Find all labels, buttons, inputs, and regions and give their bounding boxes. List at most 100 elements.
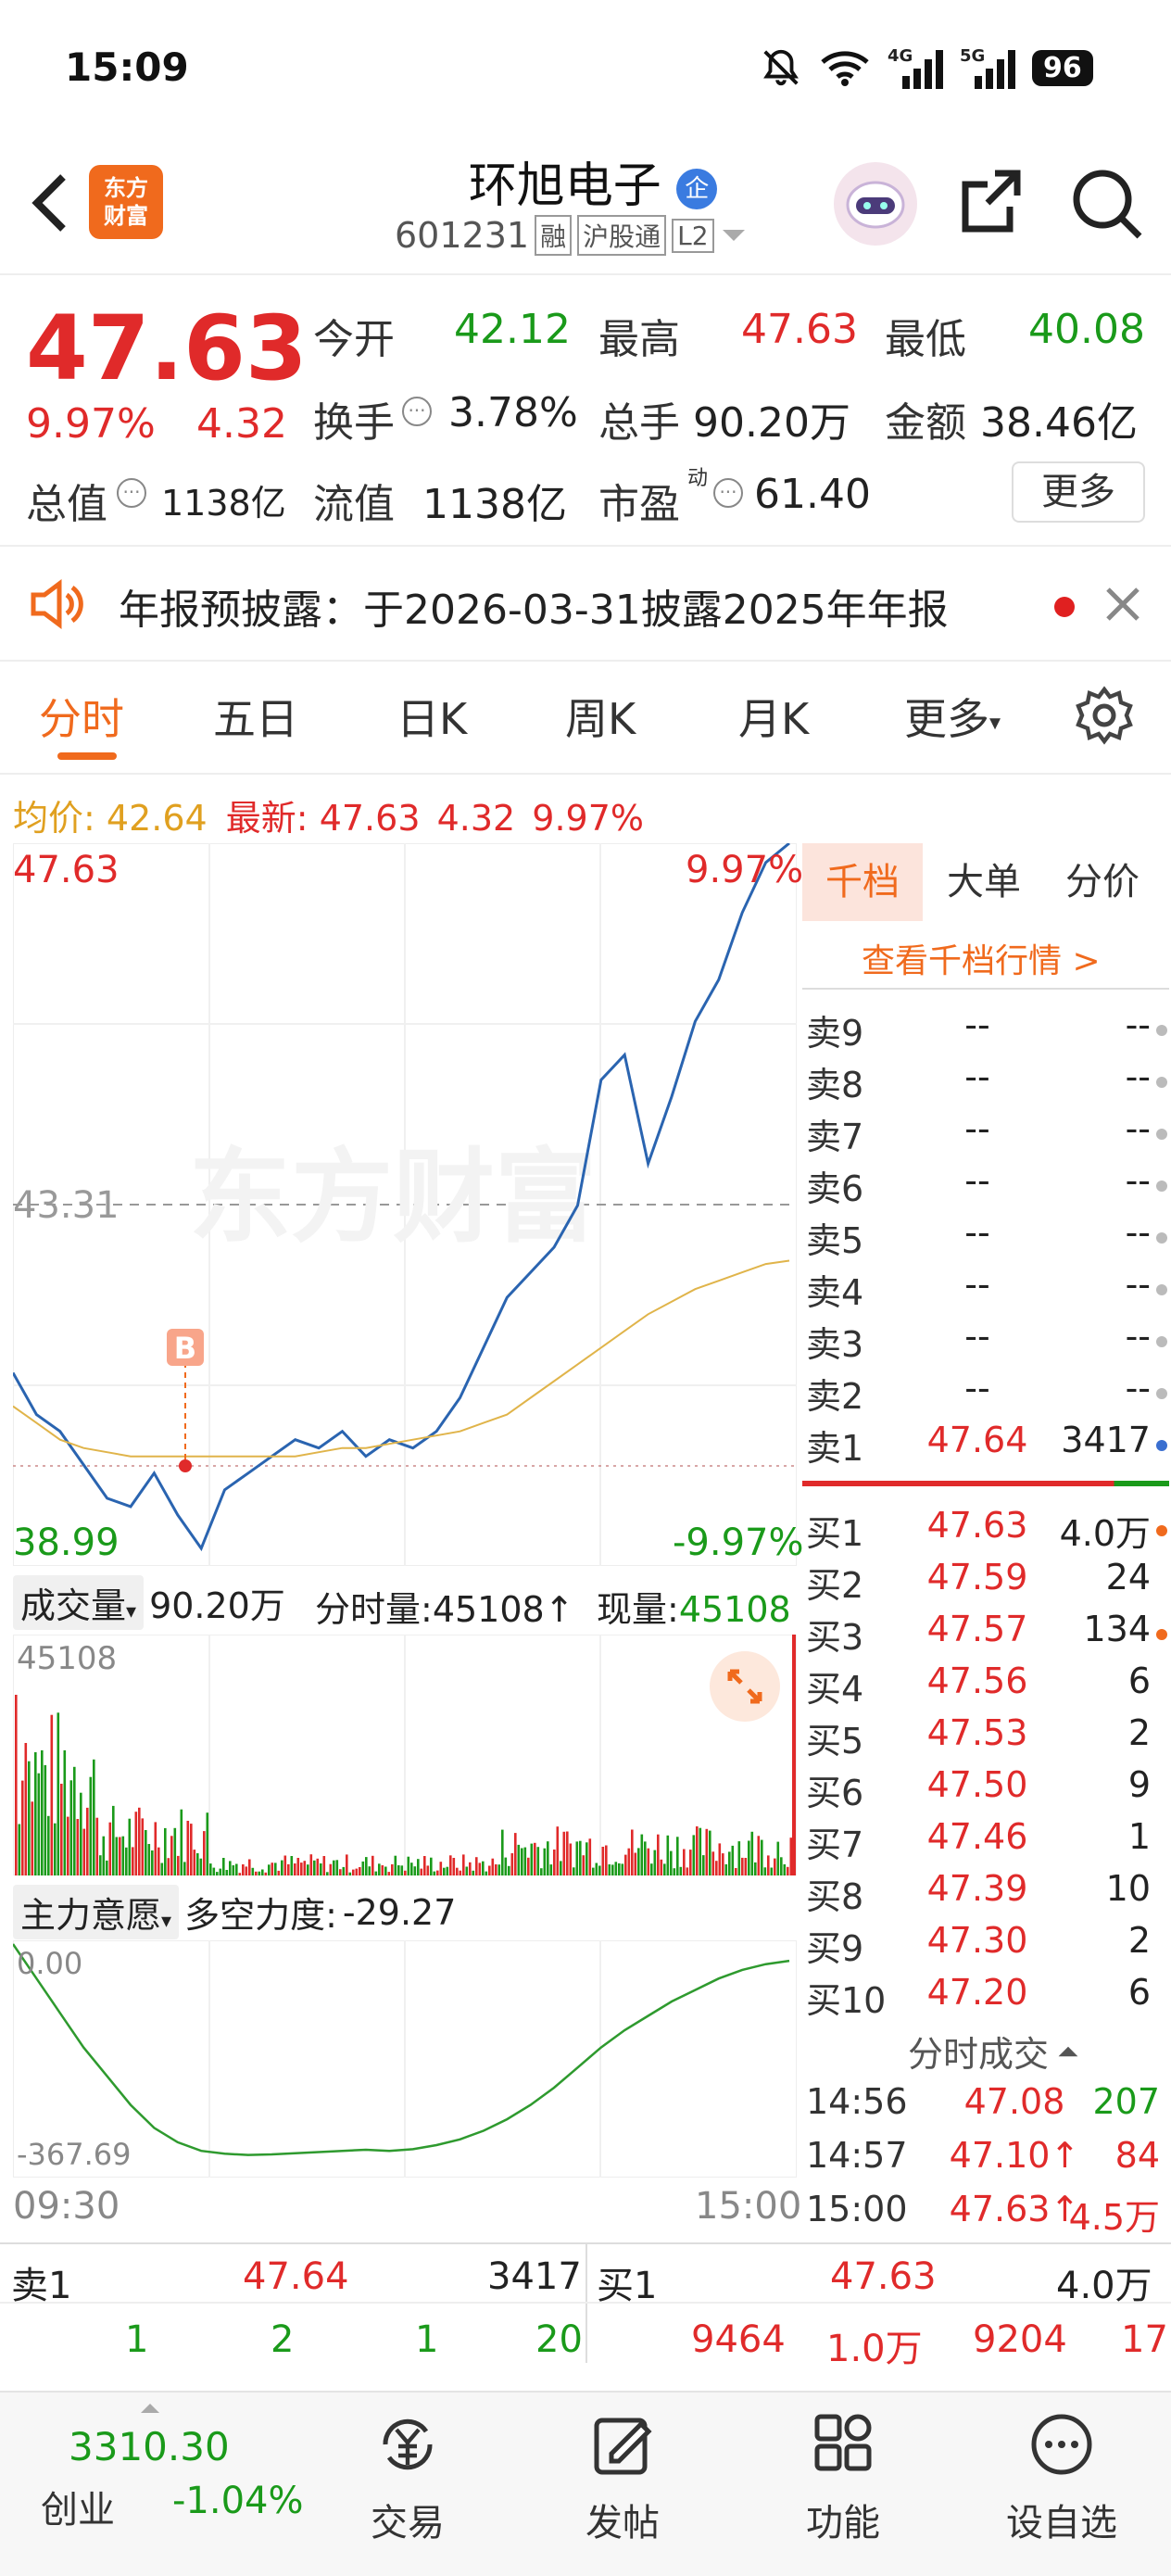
back-button[interactable] [19, 162, 83, 246]
volume-bar [783, 1863, 787, 1875]
volume-bar [663, 1863, 666, 1875]
tab-intraday[interactable]: 分时 [39, 686, 124, 747]
tab-monthly-k[interactable]: 月K [738, 686, 809, 747]
volume-bar [579, 1840, 582, 1875]
volume-bar [229, 1861, 232, 1875]
nav-post[interactable]: 发帖 [567, 2409, 678, 2546]
volume-bar [482, 1861, 485, 1875]
volume-bar [514, 1833, 517, 1875]
mute-bell-icon [763, 49, 799, 86]
ob-tab-level[interactable]: 千档 [802, 843, 923, 921]
sell-level-label: 卖3 [806, 1324, 864, 1365]
volume-bar [15, 1695, 18, 1875]
buy-level-row: 买10 47.20 6 [806, 1972, 1167, 2024]
volume-bar [761, 1839, 763, 1875]
close-icon[interactable] [1102, 584, 1143, 625]
status-dot [1156, 1284, 1167, 1295]
status-dot [1156, 1785, 1167, 1796]
buy-level-label: 买4 [806, 1669, 864, 1710]
volume-bar [728, 1851, 731, 1875]
volume-bar [543, 1848, 547, 1875]
gear-icon[interactable] [1075, 686, 1134, 745]
nav-index-widget[interactable]: 3310.30 创业 -1.04% [0, 2400, 306, 2557]
volume-bar [679, 1866, 683, 1875]
volume-bar [754, 1862, 757, 1875]
expand-button[interactable] [710, 1651, 780, 1722]
expand-icon [727, 1669, 762, 1704]
trades-title[interactable]: 分时成交 [908, 2026, 1080, 2077]
volume-bar [359, 1867, 361, 1875]
volume-bar [560, 1861, 562, 1875]
volume-bar [407, 1856, 410, 1875]
tab-weekly-k[interactable]: 周K [565, 686, 636, 747]
buy-level-volume: 9 [1127, 1764, 1151, 1805]
ob-tab-large[interactable]: 大单 [947, 843, 1021, 921]
volume-bar [115, 1837, 119, 1875]
nav-add-watchlist[interactable]: 设自选 [997, 2409, 1127, 2546]
change-amount: 4.32 [196, 400, 287, 448]
tag-level2: L2 [672, 218, 714, 253]
sell-level-volume: -- [1125, 1316, 1151, 1357]
volume-bar [222, 1858, 225, 1875]
volume-bar [199, 1858, 203, 1875]
index-value: 3310.30 [69, 2424, 230, 2469]
volume-bar [164, 1827, 167, 1875]
volume-bar [618, 1863, 621, 1875]
volume-bar [108, 1822, 112, 1875]
price-chart[interactable]: 东方财富 B [13, 843, 797, 1566]
volume-bar [686, 1867, 689, 1875]
ob-tab-price[interactable]: 分价 [1065, 843, 1140, 921]
notice-bar[interactable]: 年报预披露：于2026-03-31披露2025年年报 [0, 549, 1171, 658]
volume-bar [770, 1867, 774, 1875]
tag-margin: 融 [535, 215, 573, 256]
volume-bar [478, 1863, 482, 1875]
trade-price: 47.63↑ [949, 2189, 1080, 2229]
volume-bar [154, 1822, 157, 1875]
change-pct: 9.97% [26, 400, 156, 448]
tab-five-day[interactable]: 五日 [213, 686, 298, 747]
more-dots-icon [1031, 2414, 1092, 2475]
indicator-dropdown[interactable]: 主力意愿▾ [13, 1885, 180, 1939]
volume-bar [190, 1824, 193, 1875]
sell-level-label: 卖6 [806, 1168, 864, 1209]
volume-bar [547, 1841, 549, 1875]
volume-bar [21, 1780, 24, 1875]
sell-level-volume: -- [1125, 1160, 1151, 1201]
sell-level-row: 卖8 -- -- [806, 1056, 1167, 1108]
volume-bar [670, 1850, 673, 1875]
volume-axis-max: 45108 [17, 1640, 118, 1677]
buy-level-volume: 2 [1127, 1712, 1151, 1753]
back-arrow-icon [31, 174, 66, 232]
buy-level-price: 47.57 [926, 1609, 1028, 1649]
volume-bar [709, 1830, 711, 1875]
nav-functions[interactable]: 功能 [787, 2409, 899, 2546]
volume-bar [348, 1872, 352, 1875]
volume-bar [530, 1843, 534, 1875]
volume-bar [170, 1836, 173, 1875]
volume-dropdown[interactable]: 成交量▾ [13, 1575, 145, 1630]
tab-more[interactable]: 更多▾ [904, 686, 1001, 747]
volume-bar [264, 1872, 268, 1875]
volume-bar [660, 1859, 663, 1875]
volume-bar [491, 1858, 495, 1875]
volume-bar [287, 1863, 290, 1875]
nav-trade[interactable]: 交易 [352, 2409, 463, 2546]
volume-bar [644, 1841, 647, 1875]
search-button[interactable] [1065, 162, 1149, 246]
more-button[interactable]: 更多 [1012, 461, 1145, 523]
buy-level-row: 买3 47.57 134 [806, 1609, 1167, 1661]
sell-level-label: 卖9 [806, 1013, 864, 1054]
volume-bar [608, 1864, 611, 1875]
tab-daily-k[interactable]: 日K [397, 686, 467, 747]
volume-bar [614, 1862, 618, 1875]
volume-value: 90.20万 [693, 399, 850, 447]
ob-link[interactable]: 查看千档行情 > [862, 934, 1101, 982]
high-label: 最高 [598, 316, 680, 363]
sell-level-price: -- [964, 1160, 990, 1201]
volume-bar [361, 1861, 365, 1875]
volume-bar [339, 1869, 342, 1875]
volume-chart[interactable] [13, 1635, 797, 1875]
share-button[interactable] [954, 162, 1028, 246]
robot-avatar[interactable] [834, 162, 917, 246]
stock-code-row[interactable]: 601231 融 沪股通 L2 [395, 215, 748, 256]
